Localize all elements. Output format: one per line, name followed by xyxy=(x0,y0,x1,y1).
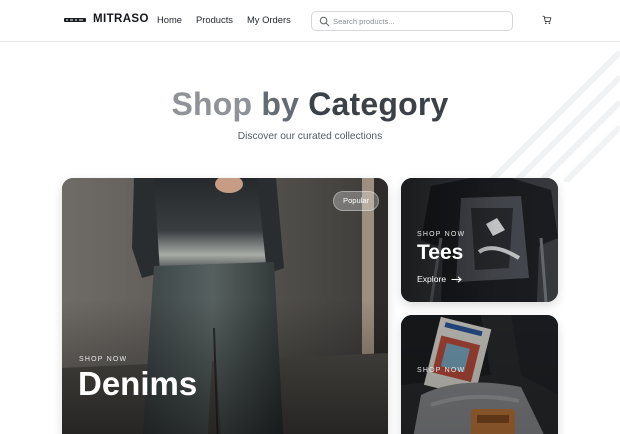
third-category-eyebrow: SHOP NOW xyxy=(417,367,466,374)
page-title: Shop by Category xyxy=(0,86,620,123)
title-word-category: Category xyxy=(308,86,449,122)
search-box xyxy=(311,11,513,31)
explore-label: Explore xyxy=(417,274,447,284)
category-card-denims[interactable]: Popular SHOP NOW Denims xyxy=(62,178,388,434)
category-card-third[interactable]: SHOP NOW xyxy=(401,315,558,434)
cart-icon[interactable] xyxy=(542,15,552,25)
explore-link[interactable]: Explore xyxy=(417,274,462,284)
nav-products-link[interactable]: Products xyxy=(196,14,233,25)
nav-home-link[interactable]: Home xyxy=(157,14,182,25)
category-card-tees[interactable]: SHOP NOW Tees Explore xyxy=(401,178,558,302)
search-input[interactable] xyxy=(333,13,509,29)
arrow-right-icon xyxy=(451,275,462,283)
search-icon xyxy=(319,16,330,27)
top-navbar: MITRASO Home Products My Orders xyxy=(0,0,620,42)
tees-eyebrow: SHOP NOW xyxy=(417,231,466,238)
page-subtitle: Discover our curated collections xyxy=(237,131,383,142)
title-word-shop: Shop xyxy=(171,86,253,122)
brand-logo-icon[interactable] xyxy=(64,17,86,23)
tees-title: Tees xyxy=(417,241,464,264)
denims-title: Denims xyxy=(78,365,198,402)
third-category-photo xyxy=(401,315,558,434)
brand-name[interactable]: MITRASO xyxy=(93,13,149,25)
nav-my-orders-link[interactable]: My Orders xyxy=(247,14,291,25)
title-word-by: by xyxy=(261,86,300,122)
popular-badge: Popular xyxy=(333,191,380,211)
denims-eyebrow: SHOP NOW xyxy=(79,356,128,363)
